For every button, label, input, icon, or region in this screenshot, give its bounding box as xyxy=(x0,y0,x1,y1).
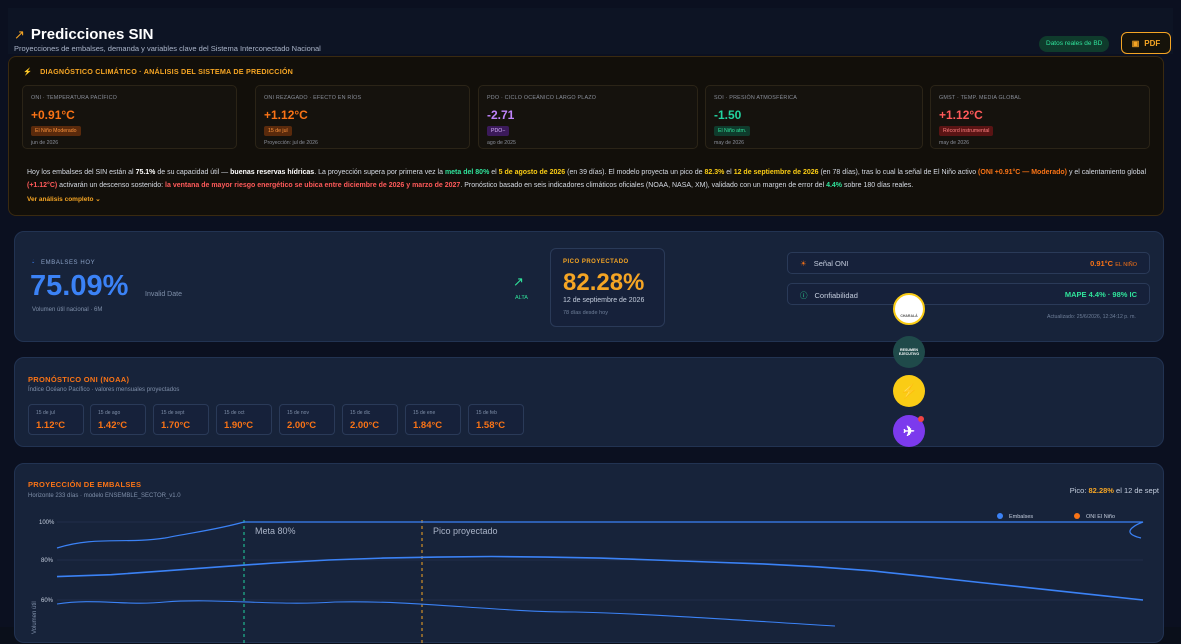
y-tick-label: 60% xyxy=(41,598,54,604)
oni-month-cell: 15 de feb 1.58°C xyxy=(468,404,524,435)
oni-month-cell: 15 de dic 2.00°C xyxy=(342,404,398,435)
indicator-label: PDO · CICLO OCEÁNICO LARGO PLAZO xyxy=(487,95,597,101)
legend-dot-oni xyxy=(1074,513,1080,519)
y-axis-label: Volumen útil xyxy=(32,601,38,634)
reservoir-date: Invalid Date xyxy=(145,291,182,298)
oni-forecast-card: PRONÓSTICO ONI (NOAA) Índice Océano Pací… xyxy=(14,357,1164,447)
updated-timestamp: Actualizado: 25/6/2026, 12:34:12 p. m. xyxy=(1047,314,1136,320)
info-icon: ⓘ xyxy=(800,291,808,300)
peak-date: 12 de septiembre de 2026 xyxy=(563,297,645,304)
reservoir-subtitle: Volumen útil nacional · 6M xyxy=(32,307,103,313)
indicator-label: GMST · TEMP. MEDIA GLOBAL xyxy=(939,95,1022,101)
indicator-card: PDO · CICLO OCEÁNICO LARGO PLAZO -2.71 P… xyxy=(478,85,698,149)
indicator-value: +0.91°C xyxy=(31,108,75,122)
oni-month-cell: 15 de jul 1.12°C xyxy=(28,404,84,435)
page-header: ↗ Predicciones SIN Proyecciones de embal… xyxy=(8,8,1173,54)
legend-label: Embalses xyxy=(1009,514,1033,520)
indicator-label: SOI · PRESIÓN ATMOSFÉRICA xyxy=(714,95,798,101)
peak-annotation: Pico proyectado xyxy=(433,526,498,536)
indicator-date: ago de 2025 xyxy=(487,140,516,146)
target-annotation: Meta 80% xyxy=(255,526,296,536)
oni-month-cell: 15 de sept 1.70°C xyxy=(153,404,209,435)
y-tick-label: 80% xyxy=(41,558,54,564)
indicator-date: jun de 2026 xyxy=(31,140,59,146)
oni-month-cell: 15 de ago 1.42°C xyxy=(90,404,146,435)
oni-subtitle: Índice Océano Pacífico · valores mensual… xyxy=(28,387,180,393)
indicator-value: -1.50 xyxy=(714,108,742,122)
lower-band-line xyxy=(56,600,836,627)
notification-dot xyxy=(918,416,924,422)
indicator-card: ONI REZAGADO · EFECTO EN RÍOS +1.12°C 15… xyxy=(255,85,470,149)
reservoir-series-line xyxy=(56,555,1144,601)
indicator-value: +1.12°C xyxy=(939,108,983,122)
peak-value: 82.28% xyxy=(563,269,645,296)
indicator-date: may de 2026 xyxy=(714,140,744,146)
analysis-summary: Hoy los embalses del SIN están al 75.1% … xyxy=(27,169,1146,189)
trend-label: ALTA xyxy=(515,295,528,301)
oni-month-cell: 15 de nov 2.00°C xyxy=(279,404,335,435)
diagnosis-heading: ⚡ DIAGNÓSTICO CLIMÁTICO · ANÁLISIS DEL S… xyxy=(23,67,293,76)
trend-up-icon: ↗ xyxy=(513,274,524,289)
lightning-button[interactable]: ⚡ xyxy=(893,375,925,407)
y-tick-label: 100% xyxy=(39,520,55,526)
pdf-label: PDF xyxy=(1144,38,1161,48)
peak-heading: PICO PROYECTADO xyxy=(563,259,629,265)
indicator-tag: El Niño Moderado xyxy=(31,126,81,136)
indicator-card: SOI · PRESIÓN ATMOSFÉRICA -1.50 El Niño … xyxy=(705,85,923,149)
projected-peak-box: PICO PROYECTADO 82.28% 12 de septiembre … xyxy=(550,248,665,327)
projection-chart: 100% 80% 60% Volumen útil Meta 80% Pico … xyxy=(32,513,1144,644)
projection-subtitle: Horizonte 233 días · modelo ENSEMBLE_SEC… xyxy=(28,493,181,499)
oni-signal-row: ☀ Señal ONI 0.91°C EL NIÑO xyxy=(787,252,1150,274)
indicator-row: ONI · TEMPERATURA PACÍFICO +0.91°C El Ni… xyxy=(22,85,1152,149)
reservoir-label: 💧︎ EMBALSES HOY xyxy=(32,259,96,266)
indicator-value: -2.71 xyxy=(487,108,515,122)
lightning-icon: ⚡ xyxy=(23,67,33,76)
indicator-value: +1.12°C xyxy=(264,108,308,122)
oni-month-cell: 15 de oct 1.90°C xyxy=(216,404,272,435)
see-full-analysis-link[interactable]: Ver análisis completo ⌄ xyxy=(27,195,101,203)
app-frame: ↗ Predicciones SIN Proyecciones de embal… xyxy=(0,0,1181,644)
indicator-tag: Récord instrumental xyxy=(939,126,994,136)
peak-days: 78 días desde hoy xyxy=(563,310,608,316)
trending-up-icon: ↗ xyxy=(14,26,25,42)
live-data-badge: Datos reales de BD xyxy=(1039,36,1110,52)
legend-dot-embalses xyxy=(997,513,1003,519)
charala-button[interactable]: CHARALÁ xyxy=(893,293,925,325)
indicator-date: may de 2026 xyxy=(939,140,969,146)
projection-peak: Pico: 82.28% el 12 de sept xyxy=(1069,486,1159,495)
indicator-card: GMST · TEMP. MEDIA GLOBAL +1.12°C Récord… xyxy=(930,85,1150,149)
indicator-date: Proyección: jul de 2026 xyxy=(264,140,318,146)
confidence-row: ⓘ Confiabilidad MAPE 4.4% · 98% IC xyxy=(787,283,1150,305)
projection-heading: PROYECCIÓN DE EMBALSES xyxy=(28,480,142,489)
diagnosis-heading-text: DIAGNÓSTICO CLIMÁTICO · ANÁLISIS DEL SIS… xyxy=(40,67,294,76)
page-title-row: ↗ Predicciones SIN xyxy=(14,26,153,43)
projection-card: 100% 80% 60% Volumen útil Meta 80% Pico … xyxy=(14,463,1164,644)
sun-icon: ☀ xyxy=(800,259,807,268)
indicator-tag: PDO− xyxy=(487,126,510,136)
indicator-label: ONI REZAGADO · EFECTO EN RÍOS xyxy=(264,95,362,101)
executive-summary-button[interactable]: RESUMEN EJECUTIVO xyxy=(893,336,925,368)
pdf-button[interactable]: ▣ PDF xyxy=(1121,32,1171,54)
oni-heading: PRONÓSTICO ONI (NOAA) xyxy=(28,375,130,384)
upper-band-line xyxy=(56,521,1144,549)
file-icon: ▣ xyxy=(1131,38,1140,48)
legend-label: ONI El Niño xyxy=(1086,514,1115,520)
droplet-icon: 💧︎ xyxy=(32,259,36,265)
reservoir-value: 75.09% xyxy=(30,270,129,302)
oni-month-cell: 15 de ene 1.84°C xyxy=(405,404,461,435)
indicator-tag: El Niño atm. xyxy=(714,126,751,136)
chevron-down-icon: ⌄ xyxy=(95,196,101,203)
page-subtitle: Proyecciones de embalses, demanda y vari… xyxy=(14,44,321,53)
indicator-card: ONI · TEMPERATURA PACÍFICO +0.91°C El Ni… xyxy=(22,85,237,149)
page-title: Predicciones SIN xyxy=(30,26,154,43)
indicator-label: ONI · TEMPERATURA PACÍFICO xyxy=(31,95,118,101)
indicator-tag: 15 de jul xyxy=(264,126,292,136)
reservoir-card: 💧︎ EMBALSES HOY 75.09% Invalid Date Volum… xyxy=(14,231,1164,342)
plane-icon: ✈ xyxy=(903,422,915,439)
